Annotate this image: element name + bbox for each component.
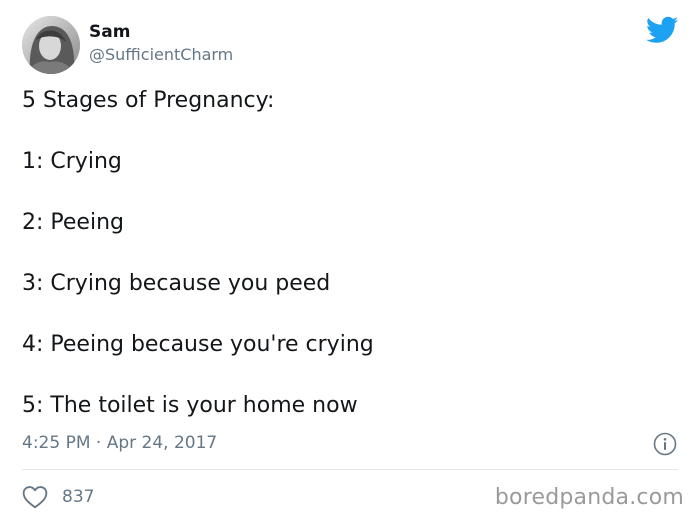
info-icon[interactable] xyxy=(653,432,677,456)
tweet-line: 4: Peeing because you're crying xyxy=(22,332,374,357)
tweet-line: 2: Peeing xyxy=(22,210,124,235)
tweet-card: Sam @SufficientCharm 5 Stages of Pregnan… xyxy=(0,0,700,524)
avatar-image xyxy=(22,16,80,74)
divider xyxy=(22,469,678,470)
tweet-timestamp[interactable]: 4:25 PM · Apr 24, 2017 xyxy=(22,432,217,454)
avatar[interactable] xyxy=(22,16,80,74)
author-handle[interactable]: @SufficientCharm xyxy=(89,45,233,65)
tweet-line: 5 Stages of Pregnancy: xyxy=(22,88,275,113)
author-display-name[interactable]: Sam xyxy=(89,22,130,42)
heart-icon xyxy=(22,486,48,509)
tweet-line: 3: Crying because you peed xyxy=(22,271,331,296)
like-count: 837 xyxy=(62,487,95,507)
twitter-bird-icon[interactable] xyxy=(646,16,678,44)
like-button[interactable]: 837 xyxy=(22,484,94,510)
watermark: boredpanda.com xyxy=(494,485,684,510)
tweet-line: 1: Crying xyxy=(22,149,122,174)
tweet-line: 5: The toilet is your home now xyxy=(22,393,358,418)
